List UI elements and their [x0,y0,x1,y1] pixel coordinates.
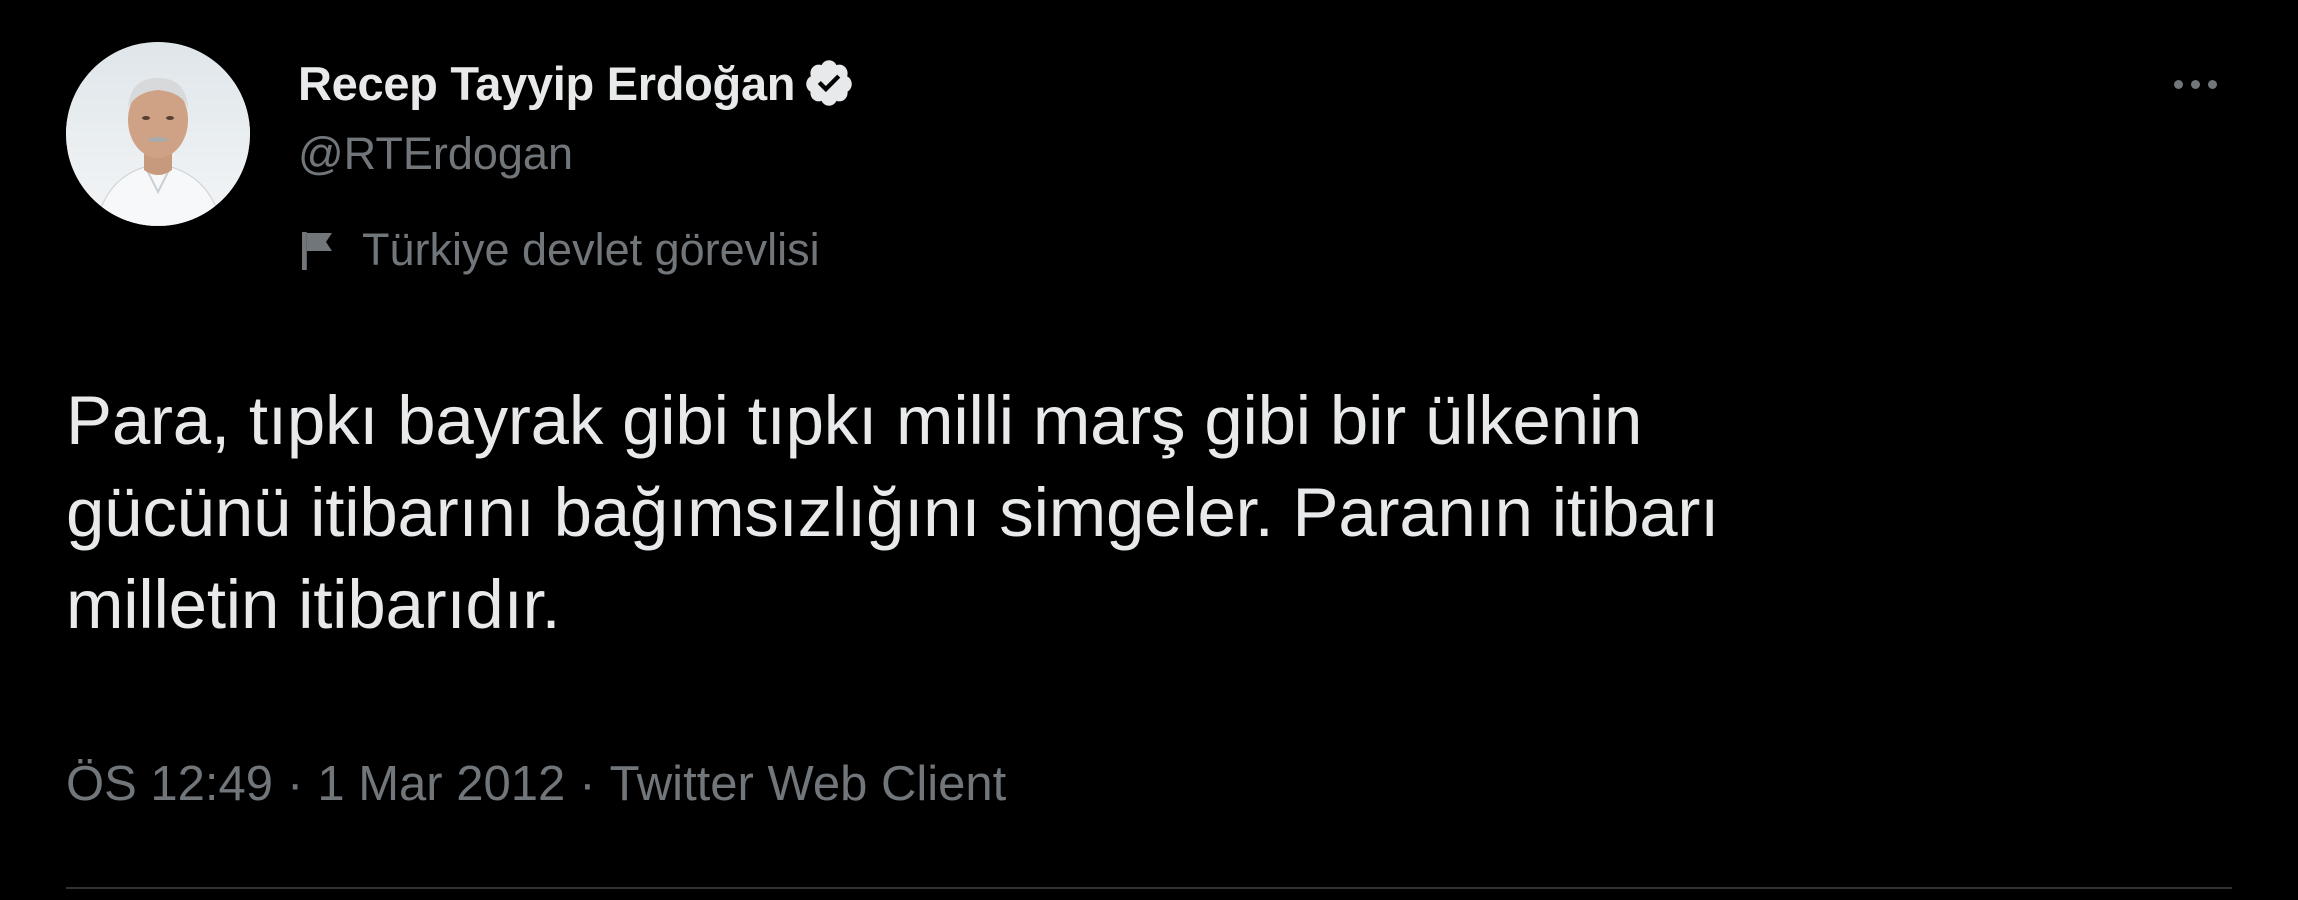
account-label: Türkiye devlet görevlisi [298,222,820,278]
verified-badge-icon [803,57,855,109]
meta-separator: · [579,757,596,811]
flag-icon [298,228,338,272]
account-label-text: Türkiye devlet görevlisi [362,224,820,275]
more-dot [2173,79,2183,89]
avatar-photo [66,42,250,226]
tweet-meta: ÖS 12:49 · 1 Mar 2012 · Twitter Web Clie… [66,752,1006,816]
tweet-time-link[interactable]: ÖS 12:49 [66,756,273,812]
divider [66,887,2232,889]
tweet-date-link[interactable]: 1 Mar 2012 [317,756,565,812]
meta-separator: · [287,757,304,811]
display-name[interactable]: Recep Tayyip Erdoğan [298,56,796,111]
more-options-icon[interactable] [2160,62,2230,106]
tweet-container: Recep Tayyip Erdoğan @RTErdogan Türkiye … [0,0,2298,900]
more-dot [2190,79,2200,89]
more-dot [2207,79,2217,89]
avatar[interactable] [66,42,250,226]
name-row: Recep Tayyip Erdoğan [298,52,855,114]
tweet-source-link[interactable]: Twitter Web Client [610,756,1007,812]
user-handle[interactable]: @RTErdogan [298,128,573,180]
tweet-text: Para, tıpkı bayrak gibi tıpkı milli marş… [66,382,1720,643]
